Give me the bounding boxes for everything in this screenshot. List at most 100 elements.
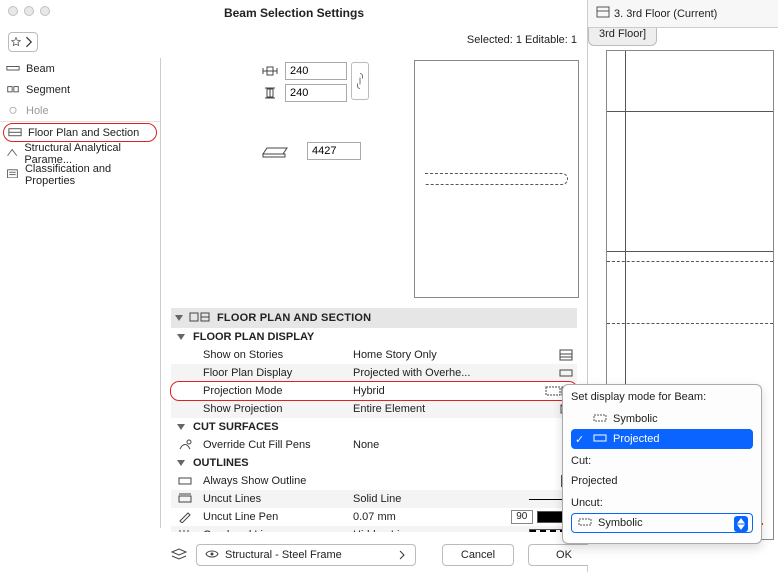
prop-value[interactable]: Projected with Overhe... (345, 367, 511, 379)
pen-number-input[interactable]: 90 (511, 510, 533, 524)
popup-header: Set display mode for Beam: (571, 391, 753, 403)
group-label: CUT SURFACES (193, 421, 279, 433)
projection-mode-popup[interactable]: Set display mode for Beam: Symbolic ✓ Pr… (562, 384, 762, 544)
sidebar-item-label: Hole (26, 105, 49, 117)
projected-icon (593, 433, 607, 446)
layer-selector[interactable]: Structural - Steel Frame (196, 544, 416, 566)
hybrid-icon (545, 385, 559, 397)
prop-value[interactable]: Hybrid (345, 385, 511, 397)
properties-table: FLOOR PLAN DISPLAY Show on Stories Home … (171, 328, 577, 532)
prop-name: Uncut Lines (199, 493, 345, 505)
prop-value[interactable]: 0.07 mm (345, 511, 511, 523)
sidebar-item-label: Classification and Properties (25, 163, 154, 187)
disclosure-triangle-icon (177, 460, 185, 466)
prop-name: Projection Mode (199, 385, 345, 397)
story-label[interactable]: 3. 3rd Floor (Current) (614, 8, 717, 20)
segment-icon (6, 84, 20, 96)
outline-icon (178, 475, 192, 487)
height-icon (261, 86, 279, 100)
width-icon (261, 64, 279, 78)
group-floor-plan-display[interactable]: FLOOR PLAN DISPLAY (171, 328, 577, 346)
sidebar-item-floor-plan-section[interactable]: Floor Plan and Section (3, 123, 157, 142)
check-icon: ✓ (575, 433, 587, 446)
row-always-show-outline[interactable]: Always Show Outline (171, 472, 577, 490)
hole-icon (6, 105, 20, 117)
prop-name: Show on Stories (199, 349, 345, 361)
sidebar-item-segment[interactable]: Segment (0, 79, 160, 100)
uncut-lines-icon (178, 493, 192, 505)
settings-sidebar: Beam Segment Hole Floor Plan and Section… (0, 58, 161, 528)
height-input[interactable] (285, 84, 347, 102)
preview-canvas (414, 60, 579, 298)
sidebar-item-label: Beam (26, 63, 55, 75)
overhead-icon (178, 529, 192, 532)
length-input[interactable] (307, 142, 361, 160)
stepper-icon[interactable] (734, 516, 748, 532)
beam-icon (6, 63, 20, 75)
option-label: Projected (613, 433, 659, 445)
prop-name: Override Cut Fill Pens (199, 439, 345, 451)
link-dimensions-button[interactable] (351, 62, 369, 100)
chevron-right-icon (397, 550, 407, 560)
display-mode-icon[interactable] (559, 367, 573, 379)
option-label: Symbolic (613, 413, 658, 425)
disclosure-triangle-icon (177, 424, 185, 430)
prop-name: Uncut Line Pen (199, 511, 345, 523)
sidebar-item-label: Segment (26, 84, 70, 96)
width-input[interactable] (285, 62, 347, 80)
group-outlines[interactable]: OUTLINES (171, 454, 577, 472)
option-projected[interactable]: ✓ Projected (571, 429, 753, 449)
sidebar-item-analytical[interactable]: Structural Analytical Parame... (0, 143, 160, 164)
story-icon (596, 6, 610, 21)
star-icon (10, 36, 22, 48)
disclosure-triangle-icon (175, 315, 183, 321)
row-uncut-line-pen[interactable]: Uncut Line Pen 0.07 mm 90 (171, 508, 577, 526)
link-icon (355, 70, 365, 92)
prop-name: Floor Plan Display (199, 367, 345, 379)
prop-name: Always Show Outline (199, 475, 345, 487)
row-overhead-lines[interactable]: Overhead Lines Hidden Line (171, 526, 577, 532)
sidebar-item-label: Floor Plan and Section (28, 127, 139, 139)
selection-status: Selected: 1 Editable: 1 (467, 34, 577, 46)
prop-value[interactable]: Hidden Line (345, 529, 511, 532)
group-label: OUTLINES (193, 457, 249, 469)
eye-icon (205, 549, 219, 562)
row-projection-mode[interactable]: Projection Mode Hybrid (171, 382, 577, 400)
group-label: FLOOR PLAN DISPLAY (193, 331, 314, 343)
row-show-on-stories[interactable]: Show on Stories Home Story Only (171, 346, 577, 364)
analytical-icon (6, 148, 18, 160)
combo-value: Symbolic (598, 517, 643, 529)
layers-icon (170, 547, 188, 564)
sidebar-item-beam[interactable]: Beam (0, 58, 160, 79)
length-icon (261, 142, 291, 160)
section-title: FLOOR PLAN AND SECTION (217, 312, 371, 324)
symbolic-icon (578, 517, 592, 530)
row-override-cut-fill-pens[interactable]: Override Cut Fill Pens None (171, 436, 577, 454)
group-cut-surfaces[interactable]: CUT SURFACES (171, 418, 577, 436)
option-symbolic[interactable]: Symbolic (571, 409, 753, 429)
disclosure-triangle-icon (177, 334, 185, 340)
prop-value[interactable]: None (345, 439, 511, 451)
sidebar-item-classification[interactable]: Classification and Properties (0, 164, 160, 185)
sidebar-item-hole[interactable]: Hole (0, 100, 160, 121)
view-tab[interactable]: 3rd Floor] (588, 28, 657, 46)
section-toggle-icon (189, 311, 211, 326)
prop-value[interactable]: Solid Line (345, 493, 511, 505)
favorites-button[interactable] (8, 32, 38, 52)
uncut-label: Uncut: (571, 497, 753, 509)
symbolic-icon (593, 413, 607, 426)
pen-icon (178, 511, 192, 523)
layer-name: Structural - Steel Frame (225, 549, 391, 561)
pen-override-icon (178, 439, 192, 451)
cut-value: Projected (571, 475, 753, 487)
beam-preview-symbol (425, 173, 568, 185)
section-header-floor-plan[interactable]: FLOOR PLAN AND SECTION (171, 308, 577, 328)
cancel-button[interactable]: Cancel (442, 544, 514, 566)
uncut-combo[interactable]: Symbolic (571, 513, 753, 533)
row-show-projection[interactable]: Show Projection Entire Element (171, 400, 577, 418)
prop-value[interactable]: Entire Element (345, 403, 511, 415)
stories-icon[interactable] (559, 349, 573, 361)
prop-value[interactable]: Home Story Only (345, 349, 511, 361)
row-uncut-lines[interactable]: Uncut Lines Solid Line (171, 490, 577, 508)
row-floor-plan-display[interactable]: Floor Plan Display Projected with Overhe… (171, 364, 577, 382)
